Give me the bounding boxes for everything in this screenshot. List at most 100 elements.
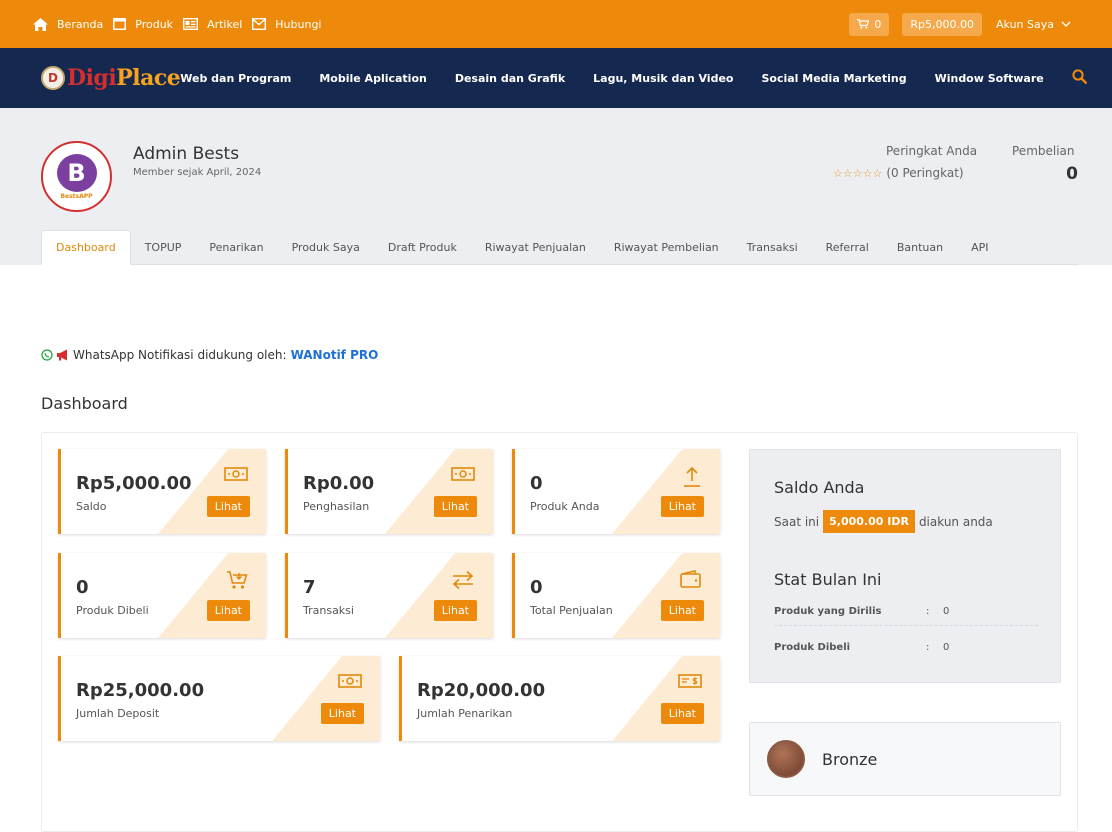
tab-referral[interactable]: Referral (812, 230, 883, 264)
card-accent (612, 553, 720, 638)
menu-web-dan-program[interactable]: Web dan Program (180, 72, 291, 85)
dashboard-tabs: Dashboard TOPUP Penarikan Produk Saya Dr… (41, 230, 1078, 265)
newspaper-icon (183, 18, 199, 30)
card-accent (158, 553, 266, 638)
card-label: Produk Anda (530, 500, 600, 513)
stat-card-transaksi: 7 Transaksi Lihat (285, 553, 493, 638)
tab-transaksi[interactable]: Transaksi (733, 230, 812, 264)
account-menu[interactable]: Akun Saya (996, 18, 1071, 31)
nav-hubungi-label: Hubungi (275, 17, 322, 31)
stat-value: 0 (943, 642, 950, 653)
rank-value: ☆☆☆☆☆ (0 Peringkat) (833, 166, 964, 180)
profile-name: Admin Bests (133, 144, 240, 164)
card-view-button[interactable]: Lihat (660, 600, 704, 621)
balance-button[interactable]: Rp5,000.00 (902, 12, 983, 36)
check-money-icon (678, 674, 702, 688)
card-label: Penghasilan (303, 500, 370, 513)
account-label: Akun Saya (996, 17, 1054, 31)
whatsapp-icon (41, 349, 53, 361)
card-value: Rp25,000.00 (76, 680, 205, 701)
stat-card-total-penjualan: 0 Total Penjualan Lihat (512, 553, 720, 638)
cart-button[interactable]: 0 (849, 12, 890, 36)
nav-hubungi[interactable]: Hubungi (252, 17, 322, 31)
money-icon (451, 467, 475, 481)
menu-desain-dan-grafik[interactable]: Desain dan Grafik (455, 72, 565, 85)
purchase-value: 0 (1066, 164, 1078, 184)
card-value: 0 (530, 577, 543, 598)
profile-header: B BestsAPP Admin Bests Member sejak Apri… (0, 108, 1112, 265)
stat-card-produk-anda: 0 Produk Anda Lihat (512, 449, 720, 534)
search-button[interactable] (1072, 68, 1087, 88)
card-value: Rp20,000.00 (417, 680, 546, 701)
card-accent (385, 449, 493, 534)
exchange-icon (452, 570, 474, 590)
rating-stars-icon: ☆☆☆☆☆ (833, 167, 883, 180)
tab-produk-saya[interactable]: Produk Saya (278, 230, 374, 264)
card-view-button[interactable]: Lihat (206, 496, 250, 517)
top-bar: Beranda Produk Artikel Hubungi 0 Rp5,000… (0, 0, 1112, 48)
tab-api[interactable]: API (957, 230, 1002, 264)
home-icon (33, 17, 48, 31)
card-value: 7 (303, 577, 316, 598)
nav-artikel-label: Artikel (207, 17, 243, 31)
saldo-line: Saat ini 5,000.00 IDR diakun anda (774, 510, 993, 533)
card-view-button[interactable]: Lihat (206, 600, 250, 621)
nav-artikel[interactable]: Artikel (183, 18, 242, 31)
cart-icon (227, 571, 248, 589)
menu-window-software[interactable]: Window Software (935, 72, 1044, 85)
card-view-button[interactable]: Lihat (433, 600, 477, 621)
tab-topup[interactable]: TOPUP (131, 230, 196, 264)
tab-riwayat-pembelian[interactable]: Riwayat Pembelian (600, 230, 733, 264)
card-view-button[interactable]: Lihat (433, 496, 477, 517)
megaphone-icon (57, 349, 67, 361)
nav-beranda-label: Beranda (57, 17, 104, 31)
menu-social-media-marketing[interactable]: Social Media Marketing (761, 72, 906, 85)
stat-card-penghasilan: Rp0.00 Penghasilan Lihat (285, 449, 493, 534)
rank-label: Peringkat Anda (886, 144, 978, 158)
stat-card-jumlah-penarikan: Rp20,000.00 Jumlah Penarikan Lihat (399, 656, 720, 741)
card-view-button[interactable]: Lihat (660, 703, 704, 724)
tab-bantuan[interactable]: Bantuan (883, 230, 957, 264)
main-menu-bar: D DigiPlace Web dan Program Mobile Aplic… (0, 48, 1112, 108)
card-accent (612, 656, 720, 741)
top-nav: Beranda Produk Artikel Hubungi (33, 17, 332, 31)
stat-colon: : (926, 642, 930, 653)
member-since: Member sejak April, 2024 (133, 167, 262, 178)
card-label: Total Penjualan (530, 604, 613, 617)
avatar: B BestsAPP (41, 141, 112, 212)
saldo-amount-badge: 5,000.00 IDR (823, 510, 915, 533)
top-actions: 0 Rp5,000.00 Akun Saya (836, 12, 1071, 36)
rank-count: (0 Peringkat) (886, 166, 964, 180)
chevron-down-icon (1061, 21, 1071, 27)
menu-mobile-aplication[interactable]: Mobile Aplication (319, 72, 427, 85)
stat-row-released: Produk yang Dirilis : 0 (774, 606, 1038, 626)
site-logo[interactable]: D DigiPlace (41, 65, 181, 91)
card-view-button[interactable]: Lihat (320, 703, 364, 724)
purchase-label: Pembelian (1012, 144, 1075, 158)
wanotif-link[interactable]: WANotif PRO (291, 348, 379, 362)
tab-draft-produk[interactable]: Draft Produk (374, 230, 471, 264)
logo-text-a: Digi (67, 65, 117, 91)
card-view-button[interactable]: Lihat (660, 496, 704, 517)
bronze-medal-icon (767, 740, 805, 778)
nav-produk[interactable]: Produk (113, 18, 173, 31)
stat-card-produk-dibeli: 0 Produk Dibeli Lihat (58, 553, 266, 638)
cart-count: 0 (874, 17, 882, 31)
card-accent (272, 656, 380, 741)
stat-value: 0 (943, 606, 950, 617)
avatar-letter: B (56, 153, 97, 192)
tab-riwayat-penjualan[interactable]: Riwayat Penjualan (471, 230, 600, 264)
saldo-title: Saldo Anda (774, 478, 865, 497)
upload-icon (684, 466, 700, 487)
money-icon (338, 674, 362, 688)
tab-penarikan[interactable]: Penarikan (195, 230, 277, 264)
card-value: Rp0.00 (303, 473, 375, 494)
tab-dashboard[interactable]: Dashboard (41, 230, 131, 265)
stat-card-saldo: Rp5,000.00 Saldo Lihat (58, 449, 266, 534)
category-menu: Web dan Program Mobile Aplication Desain… (180, 72, 1071, 85)
level-label: Bronze (822, 749, 878, 769)
nav-beranda[interactable]: Beranda (33, 17, 104, 31)
stat-title: Stat Bulan Ini (774, 570, 882, 589)
balance-label: Rp5,000.00 (910, 17, 975, 31)
menu-lagu-musik-video[interactable]: Lagu, Musik dan Video (593, 72, 733, 85)
